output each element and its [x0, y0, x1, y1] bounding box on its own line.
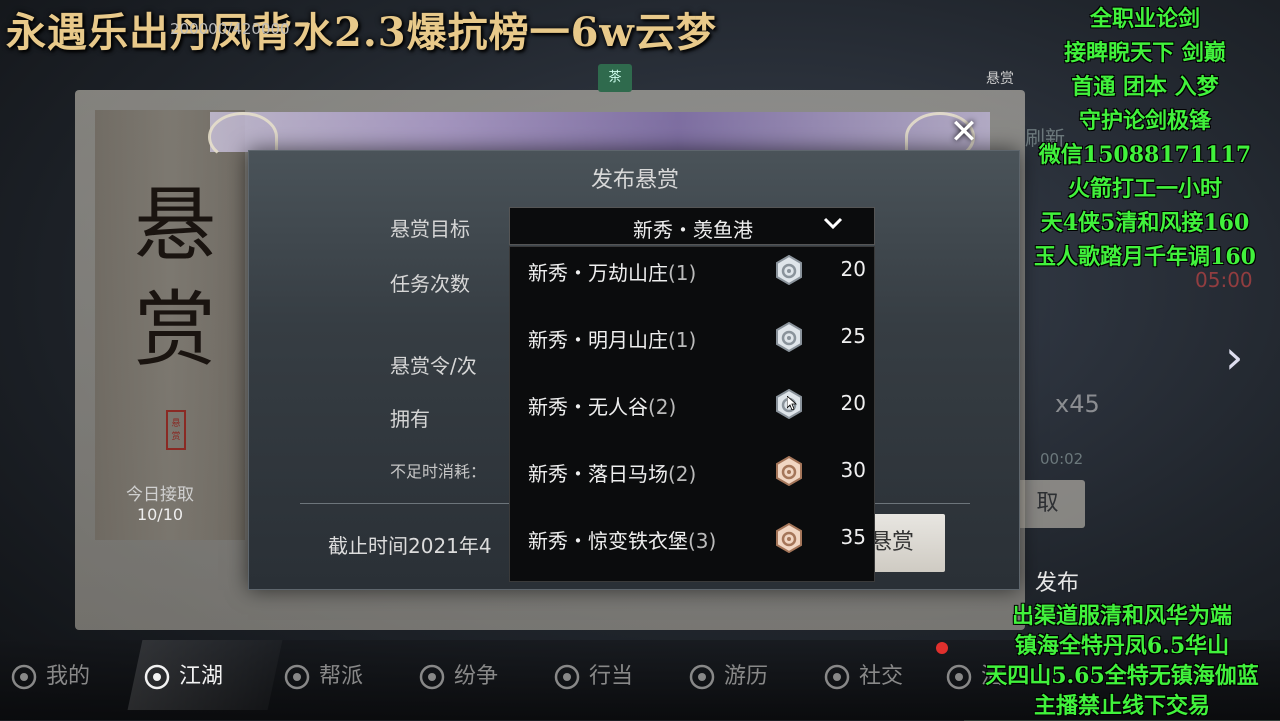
profile-icon — [10, 663, 38, 691]
option-count: 20 — [840, 391, 866, 415]
scroll-char-2: 赏 — [133, 283, 216, 378]
dropdown-option[interactable]: 新秀・落日马场(2) 30 — [510, 448, 876, 496]
option-level: (2) — [668, 462, 697, 486]
next-arrow-icon[interactable]: › — [1225, 330, 1243, 384]
nav-label: 我的 — [46, 664, 91, 689]
scroll-char-1: 悬 — [133, 178, 216, 273]
option-name: 新秀・万劫山庄 — [528, 261, 668, 285]
count-label: 任务次数 — [390, 272, 470, 296]
option-count: 25 — [840, 324, 866, 348]
mouse-cursor-icon — [787, 396, 797, 410]
overlay-line: 微信15088171117 — [1038, 142, 1252, 168]
social-icon — [823, 663, 851, 691]
scroll-icon — [143, 663, 171, 691]
option-name: 新秀・明月山庄 — [528, 328, 668, 352]
nav-item[interactable]: 社交 — [823, 658, 903, 694]
timer2-text: 00:02 — [1040, 450, 1084, 468]
option-level: (1) — [668, 261, 697, 285]
deadline-text: 截止时间2021年4 — [328, 534, 492, 558]
nav-label: 社交 — [859, 664, 904, 689]
dropdown-option[interactable]: 新秀・明月山庄(1) 25 — [510, 314, 876, 362]
close-icon[interactable]: ✕ — [942, 112, 986, 152]
nav-label: 纷争 — [454, 664, 499, 689]
nav-item[interactable]: 江湖 — [143, 658, 223, 694]
publish-tab-label[interactable]: 发布 — [1035, 565, 1079, 597]
option-level: (1) — [668, 328, 697, 352]
overlay-line: 守护论剑极锋 — [1078, 108, 1211, 134]
option-count: 20 — [840, 257, 866, 281]
nav-label: 帮派 — [319, 664, 364, 689]
overlay-line: 天4侠5清和风接160 — [1040, 210, 1250, 236]
overlay-line: 首通 团本 入梦 — [1071, 74, 1219, 100]
notification-dot — [936, 642, 948, 654]
bounty-token-icon — [776, 456, 802, 486]
overlay-line: 玉人歌踏月千年调160 — [1034, 244, 1256, 270]
target-select[interactable]: 新秀・羡鱼港 — [509, 207, 875, 245]
target-dropdown-list: 新秀・万劫山庄(1) 20 新秀・明月山庄(1) 25 新秀・无人谷(2) 20 新秀… — [509, 246, 875, 582]
tools-icon — [553, 663, 581, 691]
nav-label: 江湖 — [179, 664, 224, 689]
option-name: 新秀・落日马场 — [528, 462, 668, 486]
overlay-line: 镇海全特丹凤6.5华山 — [1014, 633, 1230, 659]
crossed-swords-icon — [418, 663, 446, 691]
nav-label: 游历 — [724, 664, 769, 689]
token-per-label: 悬赏令/次 — [390, 354, 477, 378]
option-count: 35 — [840, 525, 866, 549]
option-label: 新秀・万劫山庄(1) — [528, 257, 696, 286]
currency-counter: 200000/420000 — [170, 20, 290, 38]
seal-stamp: 悬赏 — [166, 410, 186, 450]
tea-badge: 茶 — [598, 64, 632, 92]
bounty-token-icon — [776, 523, 802, 553]
modal-title: 发布悬赏 — [590, 168, 679, 193]
overlay-line: 全职业论剑 — [1089, 6, 1200, 32]
option-label: 新秀・无人谷(2) — [528, 391, 676, 420]
option-label: 新秀・惊变铁衣堡(3) — [528, 525, 716, 554]
overlay-line: 主播禁止线下交易 — [1033, 693, 1210, 719]
nav-item[interactable]: 帮派 — [283, 658, 363, 694]
option-label: 新秀・落日马场(2) — [528, 458, 696, 487]
dropdown-option[interactable]: 新秀・无人谷(2) 20 — [510, 381, 876, 429]
option-level: (3) — [688, 529, 717, 553]
option-level: (2) — [648, 395, 677, 419]
stream-title: 永遇乐出丹凤背水2.3爆抗榜一6w云梦 — [6, 9, 717, 56]
item-count-text: x45 — [1055, 390, 1100, 418]
owned-label: 拥有 — [390, 407, 430, 431]
option-name: 新秀・无人谷 — [528, 395, 648, 419]
nav-item[interactable]: 我的 — [10, 658, 90, 694]
dropdown-option[interactable]: 新秀・惊变铁衣堡(3) 35 — [510, 515, 876, 563]
chevron-down-icon[interactable] — [822, 212, 844, 239]
overlay-line: 出渠道服清和风华为端 — [1011, 603, 1232, 629]
overlay-line: 接睥睨天下 剑巅 — [1064, 40, 1226, 66]
overlay-ad-top: 全职业论剑接睥睨天下 剑巅 首通 团本 入梦 守护论剑极锋微信15088171117… — [1010, 2, 1280, 274]
accept-button-bg[interactable]: 取 — [1010, 480, 1085, 528]
insufficient-label: 不足时消耗： — [390, 462, 487, 481]
option-name: 新秀・惊变铁衣堡 — [528, 529, 688, 553]
bounty-token-icon — [776, 255, 802, 285]
nav-item[interactable]: 纷争 — [418, 658, 498, 694]
today-accept-label: 今日接取 — [126, 485, 194, 505]
today-accept-count: 10/10 — [136, 505, 184, 524]
nav-label: 行当 — [589, 664, 634, 689]
modal-header-banner — [210, 112, 990, 152]
overlay-line: 天四山5.65全特无镇海伽蓝 — [985, 663, 1259, 689]
dropdown-option[interactable]: 新秀・万劫山庄(1) 20 — [510, 247, 876, 295]
overlay-line: 火箭打工一小时 — [1067, 176, 1222, 202]
magnifier-icon — [688, 663, 716, 691]
guild-icon — [283, 663, 311, 691]
option-count: 30 — [840, 458, 866, 482]
option-label: 新秀・明月山庄(1) — [528, 324, 696, 353]
overlay-ad-bottom: 出渠道服清和风华为端 镇海全特丹凤6.5华山天四山5.65全特无镇海伽蓝 主播禁止线… — [964, 601, 1280, 721]
nav-item[interactable]: 行当 — [553, 658, 633, 694]
target-label: 悬赏目标 — [390, 217, 470, 241]
nav-item[interactable]: 游历 — [688, 658, 768, 694]
bounty-token-icon — [776, 322, 802, 352]
